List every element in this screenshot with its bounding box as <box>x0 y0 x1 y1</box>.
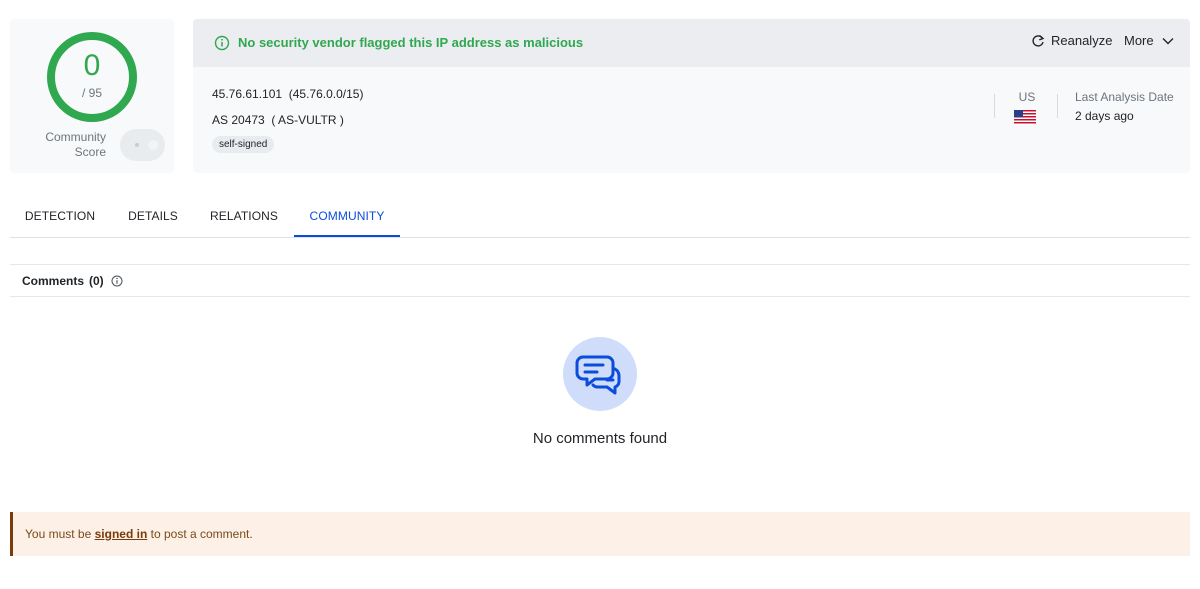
ip-address-line: 45.76.61.101 (45.76.0.0/15) <box>212 87 363 101</box>
ip-address: 45.76.61.101 <box>212 87 283 101</box>
comments-header: Comments (0) <box>10 264 1190 297</box>
comments-count: (0) <box>89 274 104 288</box>
as-number: AS 20473 <box>212 113 265 127</box>
tab-details[interactable]: DETAILS <box>114 196 192 237</box>
tag-self-signed[interactable]: self-signed <box>212 136 275 153</box>
last-analysis-value: 2 days ago <box>1075 109 1134 123</box>
meta-divider-2 <box>1057 94 1058 118</box>
status-banner-message: No security vendor flagged this IP addre… <box>238 35 584 50</box>
signin-notice-text: You must be signed in to post a comment. <box>25 527 253 541</box>
signin-suffix: to post a comment. <box>150 527 253 541</box>
as-line: AS 20473 ( AS-VULTR ) <box>212 113 344 127</box>
reanalyze-button[interactable]: Reanalyze <box>1031 33 1112 48</box>
signin-prefix: You must be <box>25 527 92 541</box>
community-label-line1: Community <box>45 130 106 144</box>
refresh-icon <box>1032 34 1045 47</box>
comments-title: Comments <box>22 274 85 288</box>
status-banner: No security vendor flagged this IP addre… <box>193 19 1190 67</box>
tab-bar: DETECTION DETAILS RELATIONS COMMUNITY <box>10 196 1190 238</box>
as-name: ( AS-VULTR ) <box>271 113 344 127</box>
tab-detection[interactable]: DETECTION <box>10 196 110 237</box>
tab-community[interactable]: COMMUNITY <box>294 196 400 237</box>
community-score-label: Community Score <box>32 130 106 160</box>
info-circle-icon <box>214 35 230 51</box>
reanalyze-label: Reanalyze <box>1051 33 1113 48</box>
score-card: 0 / 95 Community Score <box>10 19 174 173</box>
chat-bubbles-icon <box>563 337 637 411</box>
ip-info-card: No security vendor flagged this IP addre… <box>193 19 1190 173</box>
signin-notice: You must be signed in to post a comment. <box>10 512 1190 556</box>
country-code: US <box>1018 90 1036 104</box>
chevron-down-icon <box>1162 37 1174 44</box>
toggle-knob-icon <box>148 140 158 150</box>
tab-relations[interactable]: RELATIONS <box>196 196 292 237</box>
detection-score: 0 <box>83 49 101 82</box>
signin-link[interactable]: signed in <box>95 527 148 541</box>
last-analysis-label: Last Analysis Date <box>1075 90 1174 104</box>
ip-network: (45.76.0.0/15) <box>288 87 364 101</box>
community-score-toggle[interactable] <box>120 129 165 161</box>
meta-divider <box>994 94 995 118</box>
toggle-dot-icon <box>135 143 139 147</box>
empty-state-message: No comments found <box>532 430 668 447</box>
more-label: More <box>1124 33 1154 48</box>
more-dropdown[interactable]: More <box>1124 33 1174 48</box>
community-label-line2: Score <box>74 145 106 159</box>
us-flag-icon <box>1014 110 1036 125</box>
detection-total: / 95 <box>81 86 102 100</box>
info-icon[interactable] <box>111 275 123 287</box>
